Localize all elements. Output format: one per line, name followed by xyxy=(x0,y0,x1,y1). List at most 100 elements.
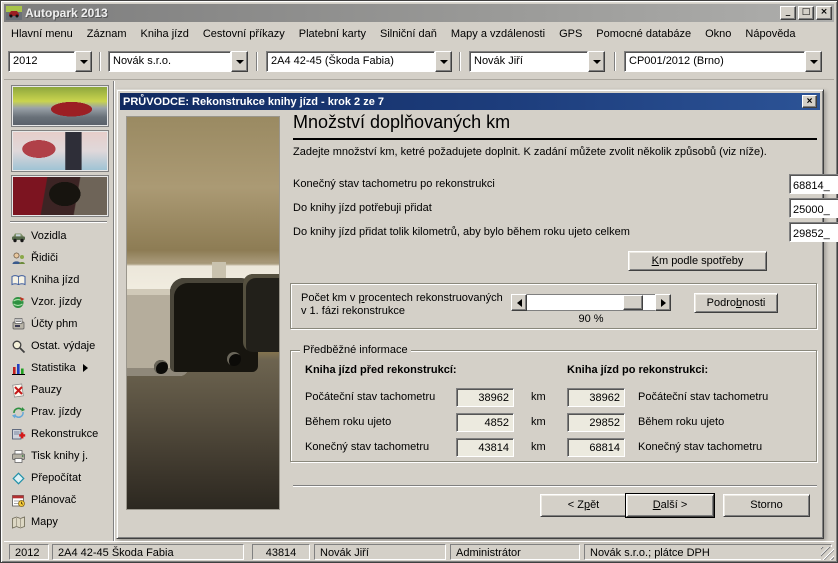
menu-mapy-a-vzdalenosti[interactable]: Mapy a vzdálenosti xyxy=(444,25,552,43)
menu-cestovni-prikazy[interactable]: Cestovní příkazy xyxy=(196,25,292,43)
percent-value: 90 % xyxy=(511,313,671,325)
menu-hlavni-menu[interactable]: Hlavní menu xyxy=(4,25,80,43)
sidebar-item-prepocitat[interactable]: Přepočítat xyxy=(4,467,111,489)
after-value-field: 38962 xyxy=(567,388,625,407)
toolbar: 2012 Novák s.r.o. 2A4 42-45 (Škoda Fabia… xyxy=(4,44,834,80)
cancel-button[interactable]: Storno xyxy=(723,494,810,517)
driver-combobox-value: Novák Jiří xyxy=(469,51,588,72)
sidebar-item-tisk-knihy[interactable]: Tisk knihy j. xyxy=(4,445,111,467)
sidebar-item-label: Ostat. výdaje xyxy=(31,340,95,352)
travel-order-combobox[interactable]: CP001/2012 (Brno) xyxy=(624,51,822,72)
vehicle-combobox[interactable]: 2A4 42-45 (Škoda Fabia) xyxy=(266,51,452,72)
status-odometer: 43814 xyxy=(252,544,310,560)
wizard-dialog: PRŮVODCE: Rekonstrukce knihy jízd - krok… xyxy=(116,89,824,539)
info-label: Počáteční stav tachometru xyxy=(305,391,435,403)
car-photo-thumbnail xyxy=(11,85,109,127)
before-reconstruction-header: Kniha jízd před rekonstrukcí: xyxy=(305,364,457,376)
wizard-step-description: Zadejte množství km, ketré požadujete do… xyxy=(293,146,817,158)
status-vehicle: 2A4 42-45 Škoda Fabia xyxy=(52,544,244,560)
final-odometer-input[interactable] xyxy=(789,174,838,194)
chevron-down-icon[interactable] xyxy=(588,51,605,72)
resize-grip[interactable] xyxy=(821,547,834,560)
chevron-down-icon[interactable] xyxy=(231,51,248,72)
close-button[interactable]: × xyxy=(816,6,832,20)
scroll-left-icon[interactable] xyxy=(511,294,527,311)
sidebar-item-prav-jizdy[interactable]: Prav. jízdy xyxy=(4,401,111,423)
regular-rides-icon xyxy=(11,405,26,420)
unit-label: km xyxy=(531,416,546,428)
after-reconstruction-header: Kniha jízd po rekonstrukci: xyxy=(567,364,708,376)
sidebar-item-mapy[interactable]: Mapy xyxy=(4,511,111,533)
menu-silnicni-dan[interactable]: Silniční daň xyxy=(373,25,444,43)
scrollbar-thumb[interactable] xyxy=(623,295,643,310)
status-user-role: Administrátor xyxy=(450,544,580,560)
sidebar-item-vozidla[interactable]: Vozidla xyxy=(4,225,111,247)
sidebar-item-kniha-jizd[interactable]: Kniha jízd xyxy=(4,269,111,291)
menu-kniha-jizd[interactable]: Kniha jízd xyxy=(134,25,196,43)
driver-combobox[interactable]: Novák Jiří xyxy=(469,51,605,72)
field-row-final-odometer: Konečný stav tachometru po rekonstrukci … xyxy=(293,174,817,195)
sidebar-item-label: Plánovač xyxy=(31,494,76,506)
field-row-total-yearly-km: Do knihy jízd přidat tolik kilometrů, ab… xyxy=(293,222,817,243)
sidebar-item-pauzy[interactable]: Pauzy xyxy=(4,379,111,401)
vehicle-combobox-value: 2A4 42-45 (Škoda Fabia) xyxy=(266,51,435,72)
sidebar-item-rekonstrukce[interactable]: Rekonstrukce xyxy=(4,423,111,445)
magnifier-icon xyxy=(11,339,26,354)
dialog-titlebar[interactable]: PRŮVODCE: Rekonstrukce knihy jízd - krok… xyxy=(120,93,820,110)
window-title: Autopark 2013 xyxy=(25,6,778,20)
maximize-button[interactable]: □ xyxy=(798,6,814,20)
menu-gps[interactable]: GPS xyxy=(552,25,589,43)
year-combobox[interactable]: 2012 xyxy=(8,51,92,72)
sidebar-item-planovac[interactable]: Plánovač xyxy=(4,489,111,511)
menu-platebni-karty[interactable]: Platební karty xyxy=(292,25,373,43)
info-row-initial-odometer: Počáteční stav tachometru 38962 km 38962… xyxy=(291,388,816,408)
field-label: Konečný stav tachometru po rekonstrukci xyxy=(293,178,495,190)
sidebar-item-label: Statistika xyxy=(31,362,76,374)
company-combobox-value: Novák s.r.o. xyxy=(108,51,231,72)
sidebar-item-vzor-jizdy[interactable]: Vzor. jízdy xyxy=(4,291,111,313)
company-combobox[interactable]: Novák s.r.o. xyxy=(108,51,248,72)
status-driver: Novák Jiří xyxy=(314,544,446,560)
info-row-driven-during-year: Během roku ujeto 4852 km 29852 Během rok… xyxy=(291,413,816,433)
sidebar-item-ucty-phm[interactable]: Účty phm xyxy=(4,313,111,335)
km-by-consumption-button[interactable]: Km podle spotřeby xyxy=(628,251,767,271)
info-label: Počáteční stav tachometru xyxy=(638,391,768,403)
chevron-down-icon[interactable] xyxy=(75,51,92,72)
unit-label: km xyxy=(531,391,546,403)
scrollbar-track[interactable] xyxy=(527,294,655,311)
next-button[interactable]: Další > xyxy=(626,494,714,517)
total-yearly-km-input[interactable] xyxy=(789,222,838,242)
sidebar-item-statistika[interactable]: Statistika xyxy=(4,357,111,379)
minimize-button[interactable]: _ xyxy=(780,6,796,20)
sidebar-item-ostat-vydaje[interactable]: Ostat. výdaje xyxy=(4,335,111,357)
info-label: Během roku ujeto xyxy=(638,416,724,428)
before-value-field: 38962 xyxy=(456,388,514,407)
sidebar-item-label: Účty phm xyxy=(31,318,77,330)
back-button[interactable]: < Zpět xyxy=(540,494,627,517)
groupbox-legend: Předběžné informace xyxy=(300,344,411,356)
menu-zaznam[interactable]: Záznam xyxy=(80,25,134,43)
details-button[interactable]: Podrobnosti xyxy=(694,293,778,313)
reconstruction-icon xyxy=(11,427,26,442)
sidebar-item-ridici[interactable]: Řidiči xyxy=(4,247,111,269)
heading-rule xyxy=(293,138,817,140)
pauses-icon xyxy=(11,383,26,398)
menu-pomocne-databaze[interactable]: Pomocné databáze xyxy=(589,25,698,43)
window-titlebar[interactable]: Autopark 2013 _ □ × xyxy=(4,4,834,22)
dialog-close-button[interactable]: × xyxy=(802,95,817,108)
info-label: Během roku ujeto xyxy=(305,416,391,428)
sidebar-item-label: Rekonstrukce xyxy=(31,428,98,440)
toolbar-separator xyxy=(256,52,258,71)
menu-napoveda[interactable]: Nápověda xyxy=(738,25,802,43)
km-to-add-input[interactable] xyxy=(789,198,838,218)
chevron-down-icon[interactable] xyxy=(805,51,822,72)
field-label: Do knihy jízd přidat tolik kilometrů, ab… xyxy=(293,226,630,238)
chevron-down-icon[interactable] xyxy=(435,51,452,72)
year-combobox-value: 2012 xyxy=(8,51,75,72)
scroll-right-icon[interactable] xyxy=(655,294,671,311)
menu-okno[interactable]: Okno xyxy=(698,25,738,43)
menu-bar: Hlavní menu Záznam Kniha jízd Cestovní p… xyxy=(4,23,834,44)
status-year: 2012 xyxy=(9,544,49,560)
percent-scrollbar[interactable] xyxy=(511,294,671,311)
info-label: Konečný stav tachometru xyxy=(305,441,429,453)
